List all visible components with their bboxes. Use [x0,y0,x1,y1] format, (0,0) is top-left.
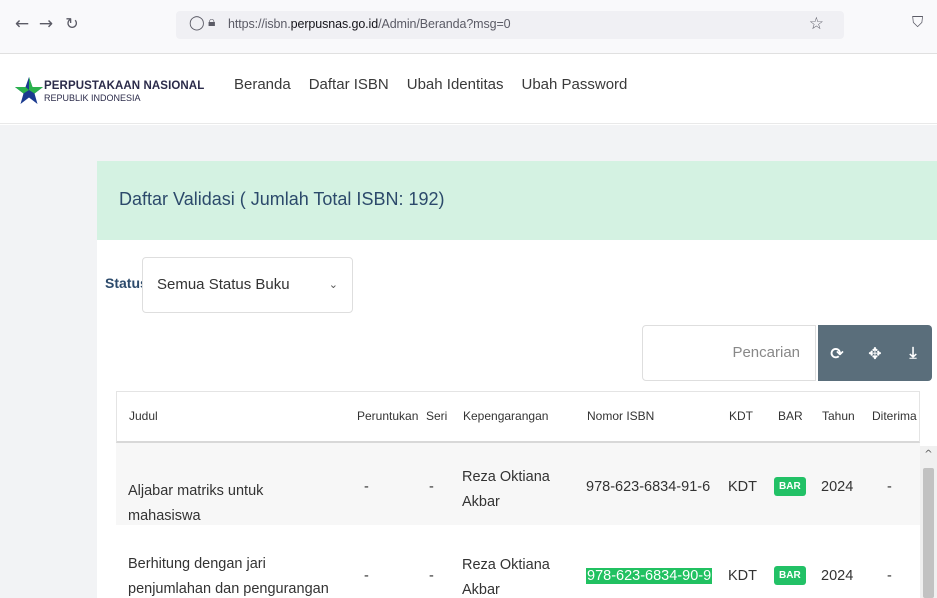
bar-badge[interactable]: BAR [774,566,806,585]
main-menu: Beranda Daftar ISBN Ubah Identitas Ubah … [234,76,645,93]
col-kepengarangan[interactable]: Kepengarangan [463,409,548,423]
cell-peruntukan: - [364,479,369,495]
chevron-down-icon: ⌄ [328,278,338,291]
cell-diterima: - [887,479,892,495]
cell-judul: Aljabar matriks untuk mahasiswa [128,483,264,524]
table-body: Aljabar matriks untuk mahasiswa - - Reza… [116,443,920,598]
col-nomor-isbn[interactable]: Nomor ISBN [587,409,654,423]
page-title: Daftar Validasi ( Jumlah Total ISBN: 192… [119,189,445,209]
col-kdt[interactable]: KDT [729,409,753,423]
status-select-value: Semua Status Buku [157,276,290,293]
cell-kepengarangan: Reza Oktiana Akbar [462,469,550,510]
cell-seri: - [429,479,434,495]
table-row[interactable]: Berhitung dengan jari penjumlahan dan pe… [116,525,920,598]
table-header: Judul Peruntukan Seri Kepengarangan Nomo… [116,391,920,443]
pocket-icon[interactable]: ⛉ [912,13,930,31]
col-judul[interactable]: Judul [129,409,158,423]
menu-ubah-password[interactable]: Ubah Password [521,76,627,93]
col-seri[interactable]: Seri [426,409,447,423]
content-area: Daftar Validasi ( Jumlah Total ISBN: 192… [0,125,937,598]
cell-diterima: - [887,568,892,584]
cell-kdt[interactable]: KDT [728,568,757,584]
status-select[interactable]: Semua Status Buku ⌄ [142,257,353,313]
refresh-icon[interactable]: ⟳ [818,344,856,363]
address-bar[interactable]: ◯ 🔒︎ https://isbn.perpusnas.go.id/Admin/… [176,11,844,39]
cell-seri: - [429,568,434,584]
cell-tahun: 2024 [821,479,854,495]
search-input[interactable]: Pencarian [642,325,816,381]
cell-judul: Berhitung dengan jari penjumlahan dan pe… [128,556,329,597]
bar-badge[interactable]: BAR [774,477,806,496]
col-peruntukan[interactable]: Peruntukan [357,409,418,423]
col-bar[interactable]: BAR [778,409,803,423]
validation-card: Daftar Validasi ( Jumlah Total ISBN: 192… [97,161,937,598]
col-diterima[interactable]: Diterima [872,409,917,423]
cell-tahun: 2024 [821,568,854,584]
logo-title: PERPUSTAKAAN NASIONAL [44,80,205,92]
cell-kepengarangan: Reza Oktiana Akbar [462,557,550,598]
cell-peruntukan: - [364,568,369,584]
url-text[interactable]: https://isbn.perpusnas.go.id/Admin/Beran… [228,17,511,31]
lock-icon[interactable]: 🔒︎ [208,14,215,30]
star-logo-icon [15,77,43,104]
col-tahun[interactable]: Tahun [822,409,855,423]
table-scrollbar[interactable]: ^ [920,446,937,598]
forward-arrow-icon[interactable]: → [36,14,56,34]
table-row[interactable]: Aljabar matriks untuk mahasiswa - - Reza… [116,443,920,525]
table-toolbar: ⟳ ✥ ⤓ [818,325,932,381]
bookmark-star-icon[interactable]: ☆ [809,14,824,34]
cell-isbn-highlighted: 978-623-6834-90-9 [586,568,713,584]
scroll-up-icon[interactable]: ^ [920,446,937,464]
download-icon[interactable]: ⤓ [894,343,932,363]
shield-icon[interactable]: ◯ [189,15,205,31]
logo-subtitle: REPUBLIK INDONESIA [44,93,141,103]
site-header: PERPUSTAKAAN NASIONAL REPUBLIK INDONESIA… [0,54,937,124]
menu-daftar-isbn[interactable]: Daftar ISBN [309,76,389,93]
menu-ubah-identitas[interactable]: Ubah Identitas [407,76,504,93]
move-icon[interactable]: ✥ [856,344,894,363]
card-header: Daftar Validasi ( Jumlah Total ISBN: 192… [97,161,937,240]
browser-toolbar: ← → ↻ ◯ 🔒︎ https://isbn.perpusnas.go.id/… [0,0,937,54]
cell-isbn: 978-623-6834-91-6 [586,479,711,495]
menu-beranda[interactable]: Beranda [234,76,291,93]
scroll-thumb[interactable] [923,468,934,598]
cell-kdt[interactable]: KDT [728,479,757,495]
isbn-table: Judul Peruntukan Seri Kepengarangan Nomo… [116,391,920,598]
reload-icon[interactable]: ↻ [62,14,82,34]
back-arrow-icon[interactable]: ← [12,14,32,34]
logo[interactable]: PERPUSTAKAAN NASIONAL REPUBLIK INDONESIA [14,76,224,116]
